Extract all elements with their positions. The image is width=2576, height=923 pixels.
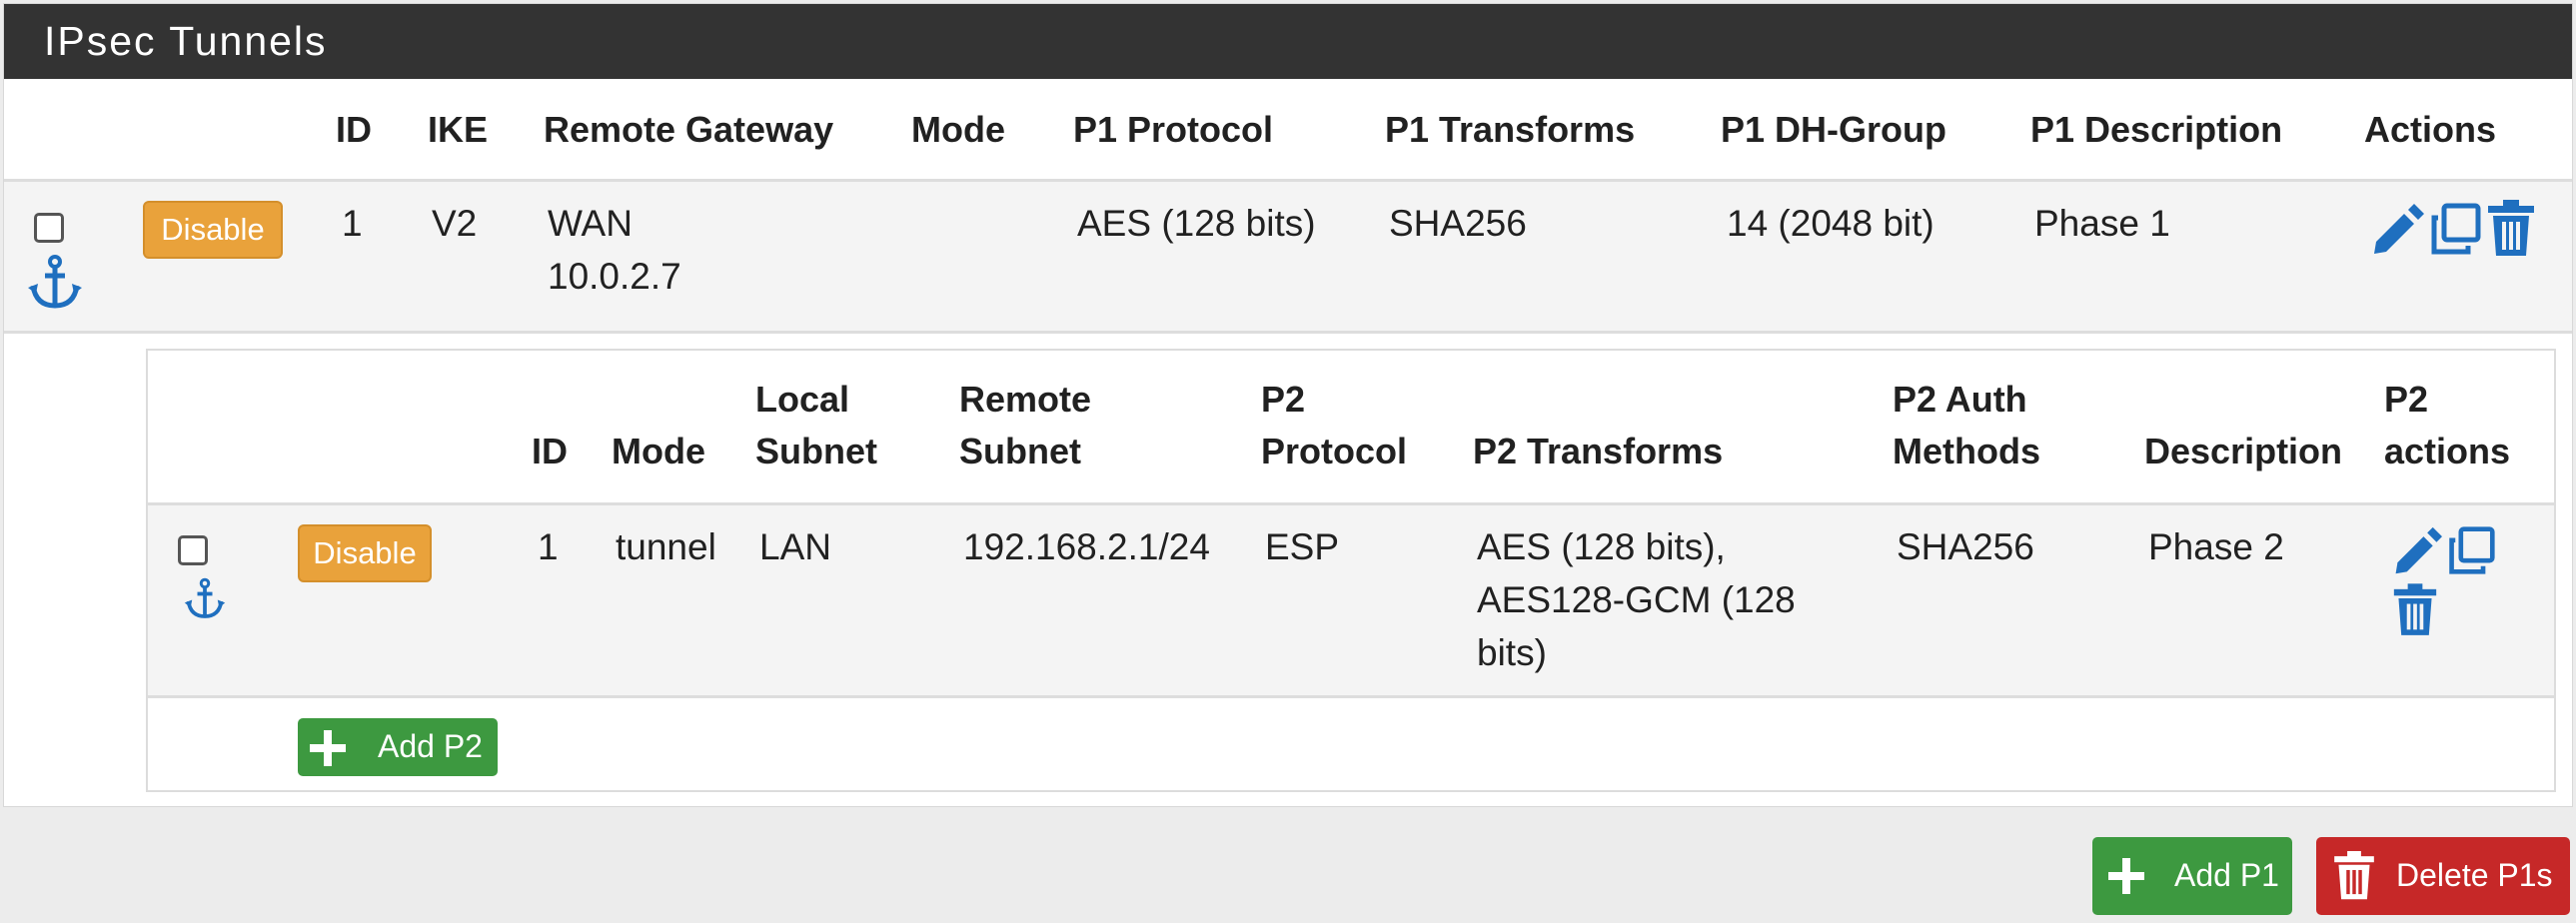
add-p1-button[interactable]: Add P1	[2092, 837, 2292, 915]
p1-row-checkbox[interactable]	[34, 213, 64, 243]
col-ike: IKE	[428, 109, 489, 150]
p2-remote-subnet: 192.168.2.1/24	[963, 526, 1210, 567]
p2-disable-button[interactable]: Disable	[298, 524, 432, 582]
plus-icon	[2108, 858, 2144, 894]
p1-ike: V2	[432, 203, 478, 244]
p1-remote-gateway-interface: WAN	[548, 203, 633, 244]
p2-row-checkbox[interactable]	[178, 535, 208, 565]
trash-icon[interactable]	[2392, 583, 2438, 637]
col-p1-protocol: P1 Protocol	[1073, 109, 1274, 150]
p1-transforms: SHA256	[1389, 203, 1527, 244]
p2-auth-methods: SHA256	[1897, 526, 2034, 567]
pencil-icon[interactable]	[2368, 202, 2424, 258]
p2-transforms-line2: AES128-GCM (128	[1477, 579, 1796, 620]
p1-disable-button[interactable]: Disable	[143, 201, 283, 259]
p2-col-local-subnet-line1: Local	[755, 379, 850, 420]
p1-dh-group: 14 (2048 bit)	[1727, 203, 1934, 244]
p2-description: Phase 2	[2148, 526, 2284, 567]
p2-col-actions-line2: actions	[2384, 431, 2511, 471]
p2-col-auth-line2: Methods	[1893, 431, 2040, 471]
p2-protocol: ESP	[1265, 526, 1340, 567]
p2-row: Disable 1 tunnel LAN 192.168.2.1/24 ESP …	[148, 505, 2554, 695]
p2-id: 1	[538, 526, 559, 567]
p2-col-mode: Mode	[612, 431, 705, 471]
panel-title: IPsec Tunnels	[4, 4, 2572, 79]
divider	[148, 695, 2554, 698]
p2-transforms-line1: AES (128 bits),	[1477, 526, 1726, 567]
p1-row: Disable 1 V2 WAN 10.0.2.7 AES (128 bits)…	[4, 182, 2572, 331]
trash-icon[interactable]	[2486, 200, 2536, 258]
col-remote-gateway: Remote Gateway	[544, 109, 834, 150]
delete-p1s-label: Delete P1s	[2396, 857, 2553, 893]
anchor-icon[interactable]	[28, 254, 82, 310]
p2-col-remote-subnet-line1: Remote	[959, 379, 1092, 420]
pencil-icon[interactable]	[2390, 525, 2442, 577]
p2-transforms-line3: bits)	[1477, 632, 1547, 673]
p2-col-protocol-line1: P2	[1261, 379, 1306, 420]
trash-icon	[2334, 851, 2374, 900]
divider	[4, 331, 2572, 334]
p2-col-protocol-line2: Protocol	[1261, 431, 1408, 471]
ipsec-tunnels-panel: IPsec Tunnels ID IKE Remote Gateway Mode…	[3, 3, 2573, 807]
add-p1-label: Add P1	[2174, 857, 2279, 893]
col-actions: Actions	[2364, 109, 2497, 150]
col-id: ID	[336, 109, 372, 150]
p2-col-transforms: P2 Transforms	[1473, 431, 1724, 471]
p2-col-actions-line1: P2	[2384, 379, 2429, 420]
copy-icon[interactable]	[2428, 202, 2482, 256]
col-p1-dh-group: P1 DH-Group	[1721, 109, 1947, 150]
anchor-icon[interactable]	[184, 577, 226, 619]
p2-col-local-subnet-line2: Subnet	[755, 431, 877, 471]
p2-col-remote-subnet-line2: Subnet	[959, 431, 1081, 471]
p2-col-auth-line1: P2 Auth	[1893, 379, 2027, 420]
p2-local-subnet: LAN	[759, 526, 831, 567]
col-p1-description: P1 Description	[2030, 109, 2283, 150]
copy-icon[interactable]	[2446, 525, 2496, 575]
col-p1-transforms: P1 Transforms	[1385, 109, 1636, 150]
p1-protocol: AES (128 bits)	[1077, 203, 1316, 244]
delete-p1s-button[interactable]: Delete P1s	[2316, 837, 2570, 915]
p2-table: ID Mode Local Subnet Remote Subnet P2 Pr…	[146, 349, 2556, 792]
p1-remote-gateway-address: 10.0.2.7	[548, 256, 681, 297]
p1-id: 1	[342, 203, 363, 244]
p2-col-id: ID	[532, 431, 568, 471]
col-mode: Mode	[911, 109, 1005, 150]
add-p2-button[interactable]: Add P2	[298, 718, 498, 776]
p2-col-description: Description	[2144, 431, 2343, 471]
add-p2-label: Add P2	[378, 728, 483, 764]
p1-description: Phase 1	[2034, 203, 2170, 244]
p2-mode: tunnel	[616, 526, 716, 567]
plus-icon	[310, 730, 346, 766]
